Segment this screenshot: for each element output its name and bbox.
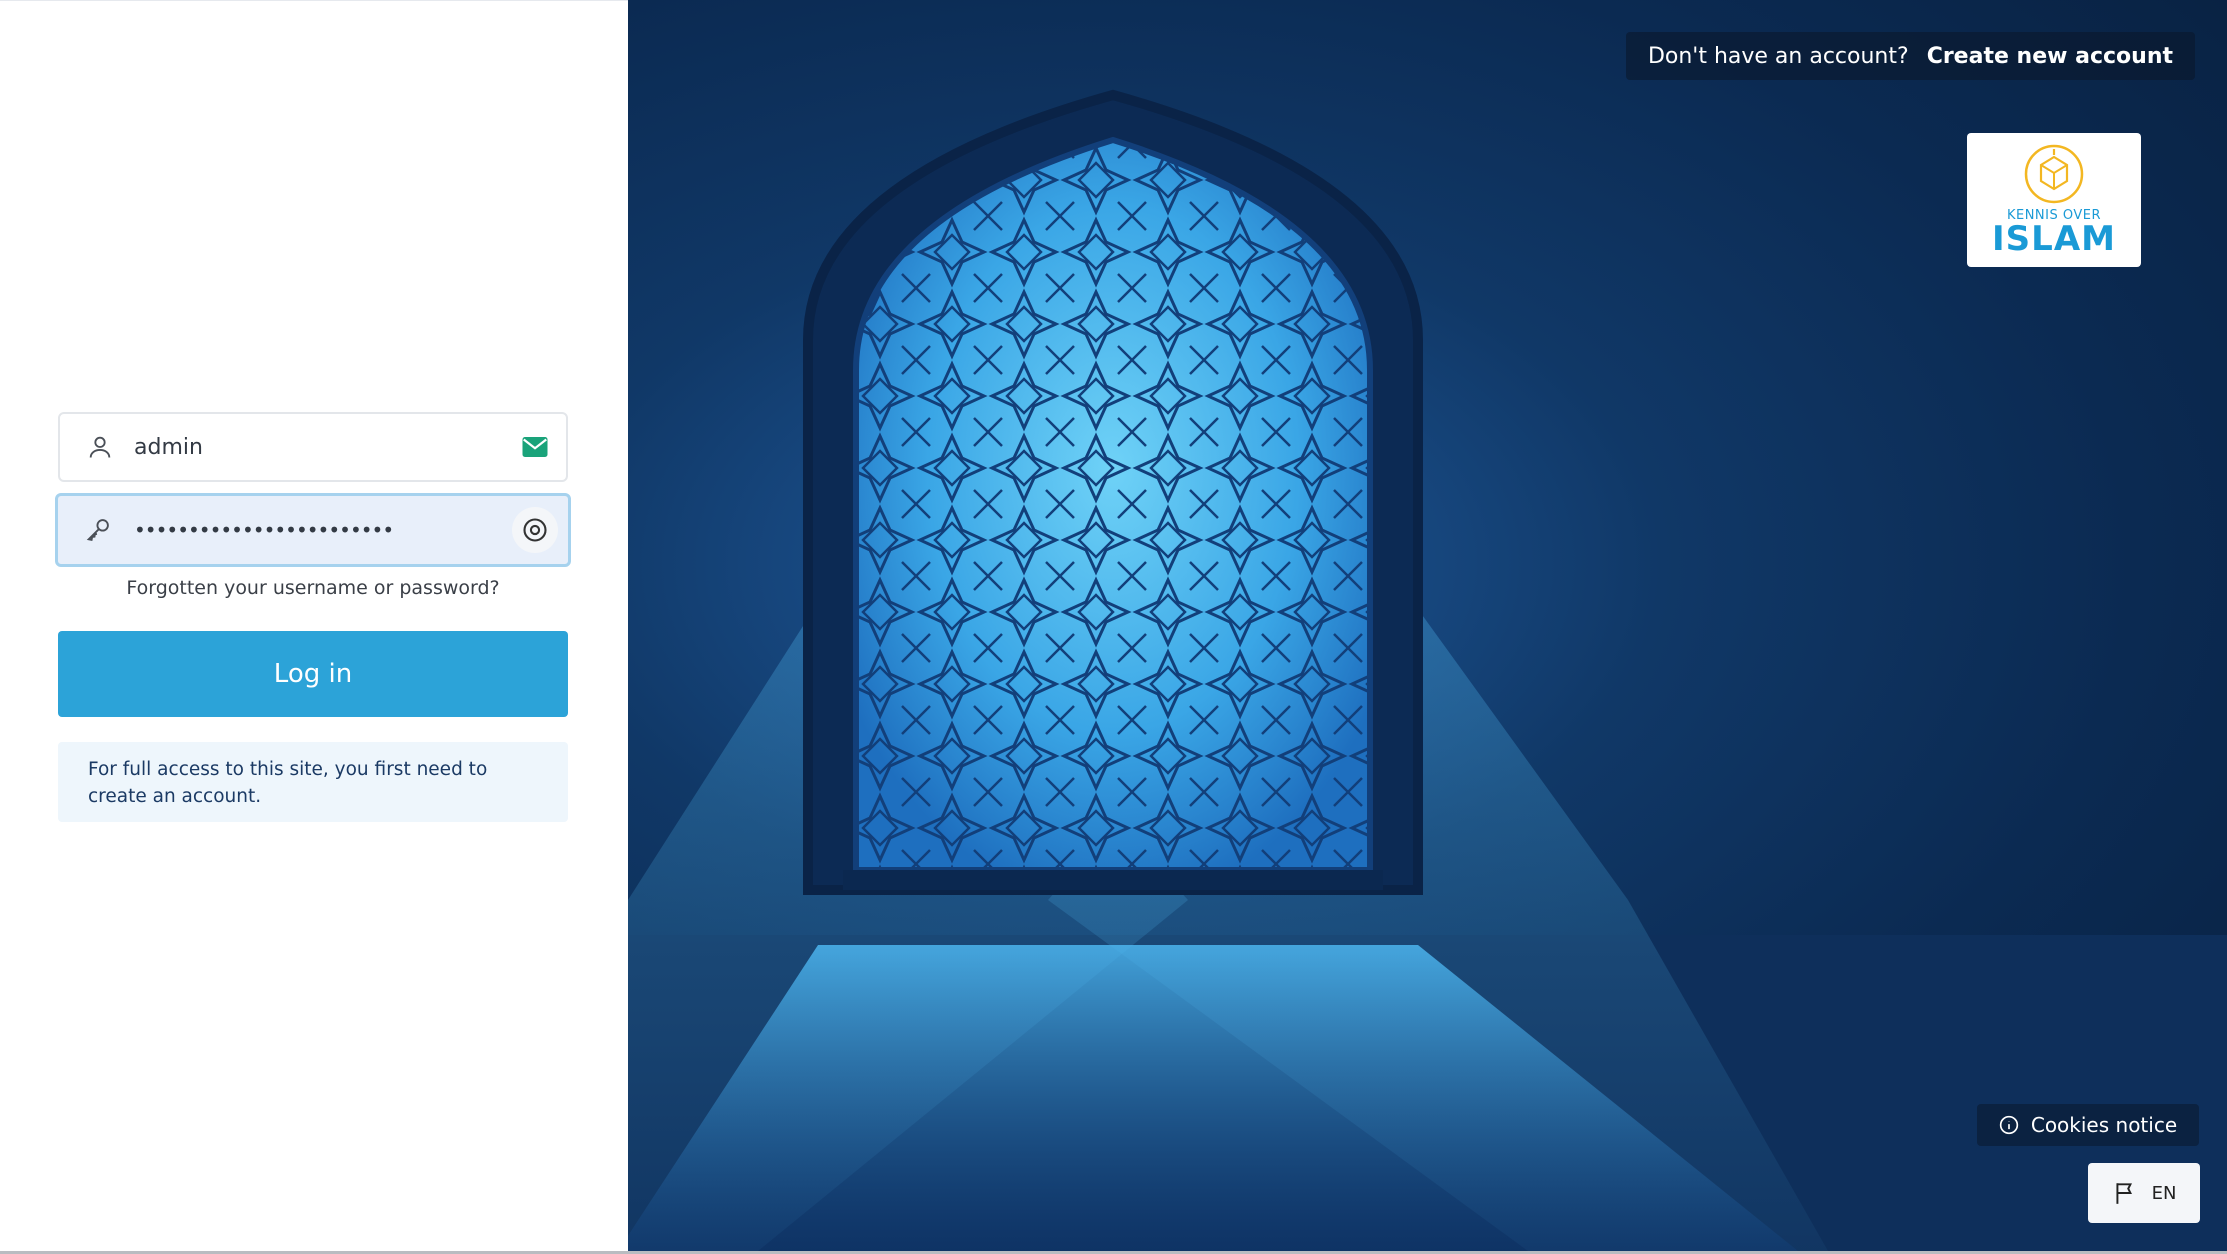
username-input[interactable] (134, 414, 474, 480)
language-label: EN (2151, 1182, 2177, 1204)
cookies-notice-button[interactable]: Cookies notice (1977, 1104, 2199, 1146)
mail-icon (522, 437, 548, 457)
toggle-password-button[interactable] (512, 507, 558, 553)
password-input[interactable] (134, 496, 474, 564)
info-icon (1999, 1115, 2019, 1135)
eye-icon (523, 518, 547, 542)
logo-emblem-icon (2024, 144, 2084, 204)
signup-bar: Don't have an account? Create new accoun… (1625, 32, 2195, 80)
forgot-password-link[interactable]: Forgotten your username or password? (58, 577, 568, 599)
user-icon (89, 436, 111, 458)
login-panel: Forgotten your username or password? Log… (0, 0, 628, 1252)
cookies-notice-label: Cookies notice (2030, 1113, 2178, 1137)
password-field[interactable] (55, 493, 571, 567)
logo-text-main: ISLAM (1992, 219, 2116, 259)
flag-icon (2116, 1183, 2132, 1204)
login-button[interactable]: Log in (58, 631, 568, 717)
login-page: Forgotten your username or password? Log… (0, 0, 2227, 1254)
language-selector-button[interactable]: EN (2088, 1163, 2200, 1223)
site-logo[interactable]: KENNIS OVER ISLAM (1967, 133, 2141, 267)
key-icon (86, 519, 109, 542)
create-account-link[interactable]: Create new account (1927, 44, 2173, 69)
signup-notice: For full access to this site, you first … (58, 742, 568, 822)
signup-prompt: Don't have an account? (1647, 43, 1909, 69)
username-field[interactable] (58, 412, 568, 482)
